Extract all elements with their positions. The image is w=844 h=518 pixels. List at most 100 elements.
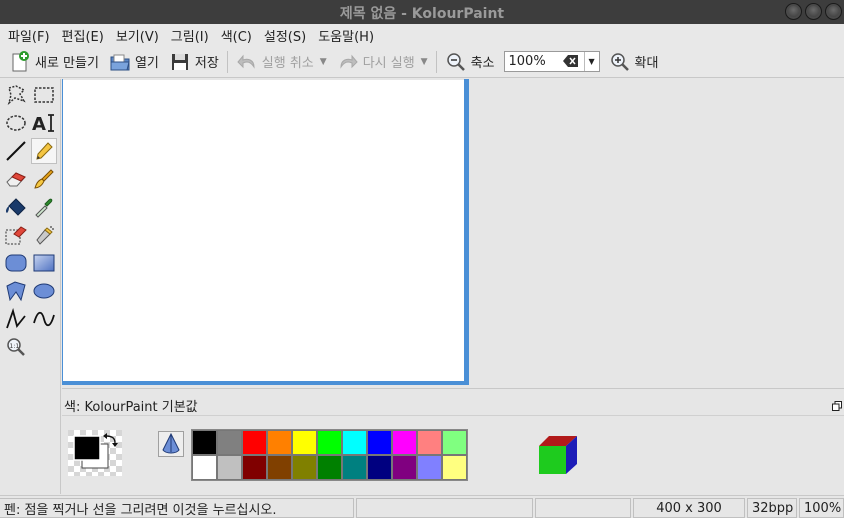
tool-ellipse[interactable] (31, 278, 57, 304)
palette-swatch[interactable] (342, 430, 367, 455)
ellipse-select-icon (6, 115, 26, 131)
save-button[interactable]: 저장 (164, 48, 224, 76)
tool-color-eraser[interactable] (3, 222, 29, 248)
menu-help[interactable]: 도움말(H) (312, 26, 380, 45)
tool-flood-fill[interactable] (3, 194, 29, 220)
open-label: 열기 (134, 56, 159, 71)
undo-label: 실행 취소 (261, 56, 314, 71)
zoom-value[interactable]: 100% (509, 54, 546, 69)
maximize-button[interactable] (805, 3, 822, 20)
tool-connected-lines[interactable] (3, 306, 29, 332)
palette-swatch[interactable] (417, 430, 442, 455)
palette-swatch[interactable] (317, 430, 342, 455)
tool-rectangular-selection[interactable] (31, 82, 57, 108)
tool-free-form-selection[interactable] (3, 82, 29, 108)
redo-button[interactable]: 다시 실행 ▼ (332, 48, 433, 76)
menu-settings[interactable]: 설정(S) (258, 26, 312, 45)
palette-swatch[interactable] (342, 455, 367, 480)
palette-swatch[interactable] (442, 455, 467, 480)
palette-swatch[interactable] (292, 455, 317, 480)
tool-line[interactable] (3, 138, 29, 164)
undo-dropdown-icon[interactable]: ▼ (320, 57, 327, 67)
canvas-area (62, 79, 844, 388)
foreground-background-selector[interactable] (68, 430, 122, 476)
zoom-out-icon (445, 51, 467, 73)
menu-image[interactable]: 그림(I) (165, 26, 215, 45)
window-title: 제목 없음 - KolourPaint (339, 6, 505, 22)
redo-label: 다시 실행 (362, 56, 415, 71)
open-button[interactable]: 열기 (104, 48, 164, 76)
tool-zoom[interactable]: 1:1 (3, 334, 29, 360)
menu-colors[interactable]: 색(C) (215, 26, 258, 45)
palette-swatch[interactable] (392, 430, 417, 455)
tool-elliptical-selection[interactable] (3, 110, 29, 136)
palette-swatch[interactable] (217, 430, 242, 455)
status-bar: 펜: 점을 찍거나 선을 그리려면 이것을 누르십시오. 400 x 300 3… (0, 495, 844, 518)
palette-swatch[interactable] (192, 455, 217, 480)
palette-swatch[interactable] (242, 430, 267, 455)
foreground-color-swatch (73, 435, 101, 461)
palette-swatch[interactable] (392, 455, 417, 480)
zoom-out-label: 축소 (470, 56, 495, 71)
save-disk-icon (169, 51, 191, 73)
palette-swatch[interactable] (317, 455, 342, 480)
ellipse-icon (33, 283, 55, 299)
status-selection-size (535, 498, 631, 518)
tool-rounded-rectangle[interactable] (3, 250, 29, 276)
eyedropper-icon (35, 198, 53, 218)
chevron-down-icon[interactable]: ▼ (583, 52, 599, 71)
undo-button[interactable]: 실행 취소 ▼ (231, 48, 332, 76)
zoom-combobox[interactable]: 100% ▼ (503, 51, 600, 72)
canvas-resize-right-handle[interactable] (464, 79, 469, 385)
tool-rectangle[interactable] (31, 250, 57, 276)
new-button[interactable]: 새로 만들기 (4, 48, 104, 76)
undo-icon (236, 51, 258, 73)
tool-color-picker[interactable] (31, 194, 57, 220)
palette-swatch[interactable] (242, 455, 267, 480)
tool-eraser[interactable] (3, 166, 29, 192)
close-button[interactable] (825, 3, 842, 20)
spraycan-icon (36, 226, 54, 245)
minimize-button[interactable] (785, 3, 802, 20)
main-toolbar: 새로 만들기 열기 저장 실행 취소 ▼ 다시 실행 ▼ 축소 100% ▼ 확… (0, 46, 844, 78)
zoom-in-button[interactable]: 확대 (604, 48, 664, 76)
rounded-rect-icon (5, 254, 27, 272)
menu-view[interactable]: 보기(V) (110, 26, 165, 45)
toolbar-separator (226, 50, 228, 73)
zoom-tool-icon: 1:1 (7, 338, 25, 356)
curve-icon (33, 311, 55, 327)
color-similarity-cube[interactable] (538, 434, 580, 476)
palette-swatch[interactable] (267, 430, 292, 455)
palette-swatch[interactable] (217, 455, 242, 480)
status-message: 펜: 점을 찍거나 선을 그리려면 이것을 누르십시오. (0, 498, 354, 518)
drawing-canvas[interactable] (63, 80, 464, 382)
palette-swatch[interactable] (367, 430, 392, 455)
tool-polygon[interactable] (3, 278, 29, 304)
palette-swatch[interactable] (442, 430, 467, 455)
new-label: 새로 만들기 (35, 56, 99, 71)
clear-text-icon[interactable] (562, 54, 579, 68)
tool-pen[interactable] (31, 138, 57, 164)
float-panel-icon[interactable] (832, 399, 842, 411)
menu-edit[interactable]: 편집(E) (56, 26, 110, 45)
palette-swatch[interactable] (267, 455, 292, 480)
menu-file[interactable]: 파일(F) (2, 26, 56, 45)
canvas-resize-bottom-handle[interactable] (62, 381, 469, 385)
panel-divider (62, 415, 844, 416)
text-icon: A (32, 114, 54, 134)
palette-swatch[interactable] (417, 455, 442, 480)
fill-bucket-icon (5, 198, 26, 216)
tool-spraycan[interactable] (31, 222, 57, 248)
palette-swatch[interactable] (192, 430, 217, 455)
redo-dropdown-icon[interactable]: ▼ (421, 57, 428, 67)
palette-swatch[interactable] (292, 430, 317, 455)
transparent-color-toggle[interactable] (158, 431, 184, 457)
save-label: 저장 (194, 56, 219, 71)
color-panel-title: 색: KolourPaint 기본값 (64, 400, 198, 415)
pencil-icon (36, 142, 53, 160)
zoom-out-button[interactable]: 축소 (440, 48, 500, 76)
tool-text[interactable]: A (31, 110, 57, 136)
tool-brush[interactable] (31, 166, 57, 192)
tool-curve[interactable] (31, 306, 57, 332)
palette-swatch[interactable] (367, 455, 392, 480)
